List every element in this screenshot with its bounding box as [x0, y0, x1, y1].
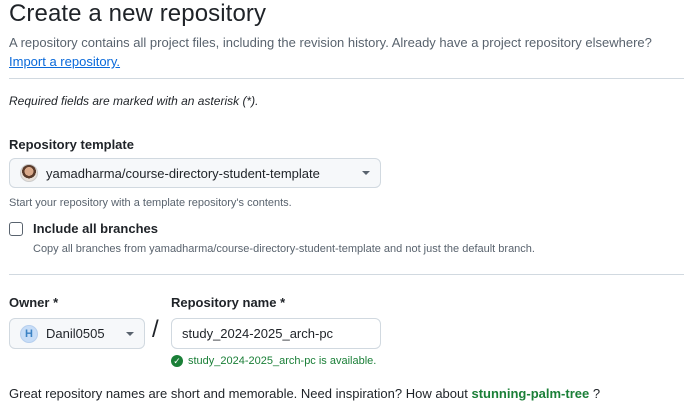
owner-label: Owner *	[9, 295, 59, 310]
owner-repo-separator: /	[152, 316, 159, 343]
availability-status: ✓ study_2024-2025_arch-pc is available.	[171, 355, 376, 367]
include-all-branches-hint: Copy all branches from yamadharma/course…	[33, 243, 535, 255]
name-suggestion-text: Great repository names are short and mem…	[9, 386, 600, 401]
suggested-name-button[interactable]: stunning-palm-tree	[471, 386, 589, 401]
availability-text: study_2024-2025_arch-pc is available.	[188, 355, 377, 367]
template-label: Repository template	[9, 137, 134, 152]
template-hint: Start your repository with a template re…	[9, 197, 292, 209]
caret-down-icon	[362, 171, 370, 175]
template-selected-value: yamadharma/course-directory-student-temp…	[46, 165, 320, 181]
page-description: A repository contains all project files,…	[9, 35, 652, 50]
owner-select-button[interactable]: H Danil0505	[9, 318, 145, 349]
import-repository-link[interactable]: Import a repository.	[9, 54, 120, 69]
owner-value: Danil0505	[46, 326, 105, 341]
divider	[9, 78, 684, 79]
required-fields-note: Required fields are marked with an aster…	[9, 94, 259, 108]
template-owner-avatar	[20, 164, 38, 182]
repository-name-label: Repository name *	[171, 295, 286, 310]
include-all-branches-label[interactable]: Include all branches	[33, 221, 158, 236]
page-title: Create a new repository	[9, 0, 267, 27]
divider	[9, 274, 684, 275]
suggestion-suffix: ?	[592, 386, 601, 401]
check-circle-icon: ✓	[171, 355, 183, 367]
suggestion-prefix: Great repository names are short and mem…	[9, 386, 468, 401]
include-all-branches-checkbox[interactable]	[9, 222, 23, 236]
owner-avatar: H	[20, 324, 38, 343]
template-select-button[interactable]: yamadharma/course-directory-student-temp…	[9, 158, 381, 188]
repository-name-input[interactable]	[171, 318, 381, 349]
caret-down-icon	[126, 331, 134, 336]
